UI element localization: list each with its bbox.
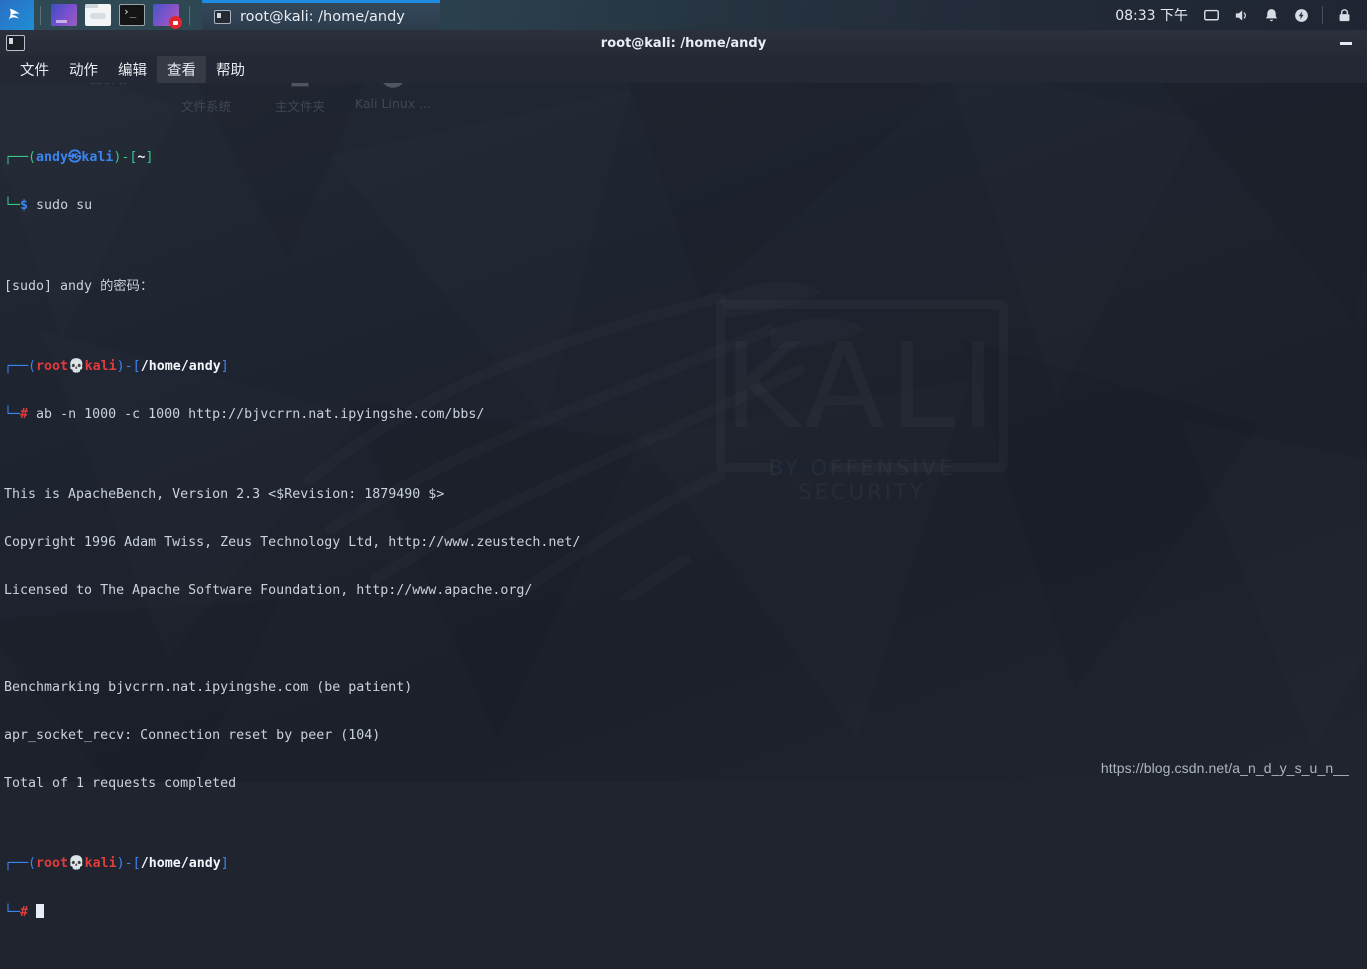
terminal-command: sudo su <box>36 198 92 213</box>
prompt-host: kali <box>85 359 117 374</box>
output-line: This is ApacheBench, Version 2.3 <$Revis… <box>4 487 444 502</box>
csdn-watermark: https://blog.csdn.net/a_n_d_y_s_u_n__ <box>1101 760 1349 776</box>
prompt-host: kali <box>85 856 117 871</box>
terminal-line: ┌──(root💀kali)-[/home/andy] <box>4 359 1367 375</box>
terminal-line: Copyright 1996 Adam Twiss, Zeus Technolo… <box>4 535 1367 551</box>
terminal-icon <box>6 35 25 51</box>
output-line: Copyright 1996 Adam Twiss, Zeus Technolo… <box>4 535 580 550</box>
menu-bar: 文件 动作 编辑 查看 帮助 <box>0 56 1367 83</box>
volume-icon[interactable] <box>1226 0 1256 30</box>
terminal-line: └─# ab -n 1000 -c 1000 http://bjvcrrn.na… <box>4 407 1367 423</box>
launcher-app[interactable] <box>51 4 77 26</box>
output-line: Total of 1 requests completed <box>4 776 236 791</box>
kali-dragon-icon <box>6 4 28 26</box>
menu-help[interactable]: 帮助 <box>206 56 255 83</box>
launcher-terminal[interactable] <box>119 4 145 26</box>
terminal-window: root@kali: /home/andy 文件 动作 编辑 查看 帮助 ┌──… <box>0 30 1367 782</box>
menu-file[interactable]: 文件 <box>10 56 59 83</box>
prompt-path: /home/andy <box>141 359 221 374</box>
prompt-path: /home/andy <box>141 856 221 871</box>
minimize-button[interactable] <box>1339 36 1353 50</box>
panel-separator <box>189 6 190 25</box>
system-tray: 08:33 下午 <box>1111 0 1367 30</box>
clock[interactable]: 08:33 下午 <box>1111 5 1196 25</box>
launcher-file-manager[interactable] <box>85 4 111 26</box>
record-badge-icon <box>169 16 182 29</box>
terminal-line: apr_socket_recv: Connection reset by pee… <box>4 728 1367 744</box>
terminal-line: └─# <box>4 904 1367 920</box>
terminal-line: Total of 1 requests completed <box>4 776 1367 792</box>
launcher-screen-recorder[interactable] <box>153 4 179 26</box>
tray-separator <box>1322 6 1323 24</box>
terminal-line: ┌──(root💀kali)-[/home/andy] <box>4 856 1367 872</box>
terminal-cursor <box>36 904 44 918</box>
window-title: root@kali: /home/andy <box>0 36 1367 51</box>
terminal-line: [sudo] andy 的密码： <box>4 279 1367 295</box>
notification-icon[interactable] <box>1256 0 1286 30</box>
power-icon[interactable] <box>1286 0 1316 30</box>
terminal-line: ┌──(andy㉿kali)-[~] <box>4 150 1367 166</box>
window-titlebar[interactable]: root@kali: /home/andy <box>0 30 1367 56</box>
panel-separator <box>40 6 41 25</box>
prompt-user: root <box>36 856 68 871</box>
output-line: Licensed to The Apache Software Foundati… <box>4 583 532 598</box>
output-line: Benchmarking bjvcrrn.nat.ipyingshe.com (… <box>4 680 412 695</box>
output-line: apr_socket_recv: Connection reset by pee… <box>4 728 380 743</box>
terminal-command: ab -n 1000 -c 1000 http://bjvcrrn.nat.ip… <box>36 407 484 422</box>
terminal-output-area[interactable]: ┌──(andy㉿kali)-[~] └─$ sudo su [sudo] an… <box>0 83 1367 782</box>
taskbar-window-button[interactable]: root@kali: /home/andy <box>202 0 440 30</box>
top-panel: root@kali: /home/andy 08:33 下午 <box>0 0 1367 30</box>
menu-edit[interactable]: 编辑 <box>108 56 157 83</box>
lock-icon[interactable] <box>1329 0 1359 30</box>
terminal-line <box>4 632 1367 648</box>
taskbar-window-label: root@kali: /home/andy <box>240 9 405 25</box>
display-icon[interactable] <box>1196 0 1226 30</box>
terminal-line: This is ApacheBench, Version 2.3 <$Revis… <box>4 487 1367 503</box>
terminal-line: └─$ sudo su <box>4 198 1367 214</box>
terminal-icon <box>214 10 231 24</box>
terminal-line: Benchmarking bjvcrrn.nat.ipyingshe.com (… <box>4 680 1367 696</box>
menu-view[interactable]: 查看 <box>157 56 206 83</box>
prompt-user: root <box>36 359 68 374</box>
sudo-password-prompt: [sudo] andy 的密码： <box>4 279 153 294</box>
prompt-host: kali <box>81 150 113 165</box>
kali-menu-button[interactable] <box>0 0 34 30</box>
menu-actions[interactable]: 动作 <box>59 56 108 83</box>
prompt-user: andy <box>36 150 68 165</box>
terminal-line: Licensed to The Apache Software Foundati… <box>4 583 1367 599</box>
